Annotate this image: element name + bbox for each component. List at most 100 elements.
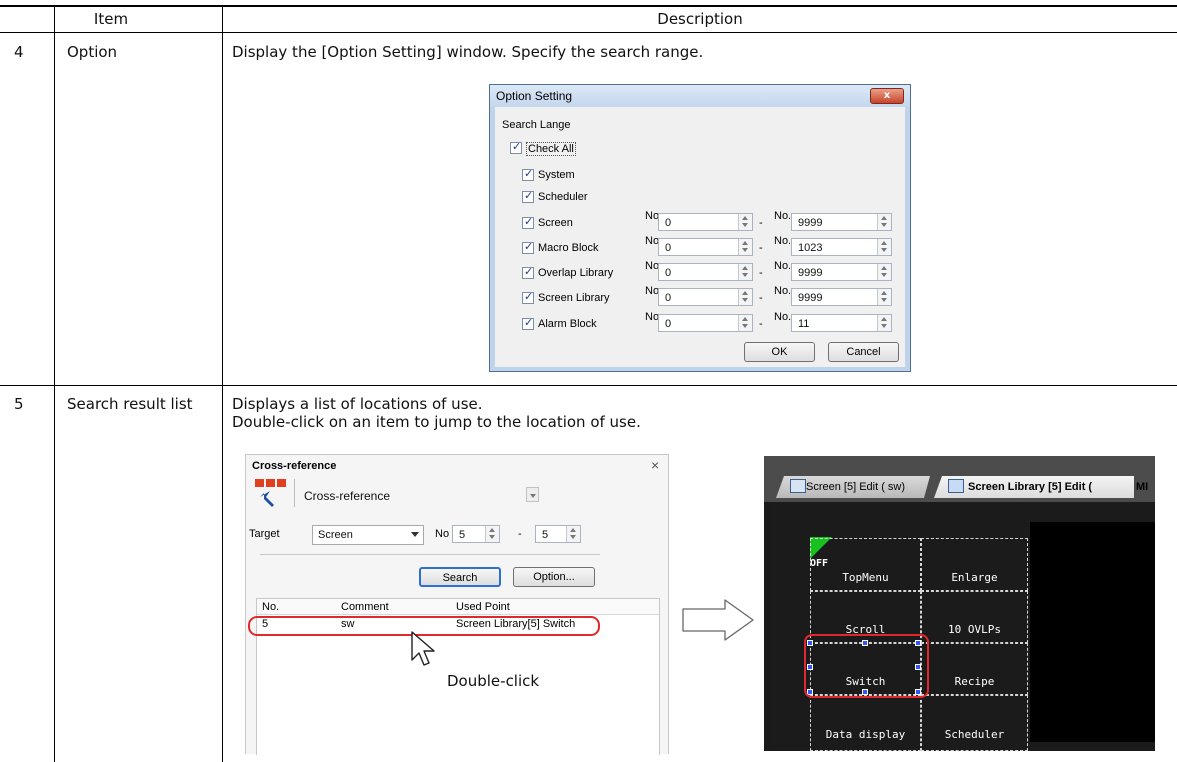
separator-rule: [260, 554, 600, 555]
screen-to-stepper[interactable]: 9999: [791, 213, 892, 231]
macro-block-to-stepper[interactable]: 1023: [791, 238, 892, 256]
panel-title: Cross-reference: [252, 460, 337, 472]
no-label: No: [435, 528, 450, 540]
check-all-checkbox[interactable]: [510, 140, 522, 154]
cross-reference-panel: Cross-reference × Cross-reference Target…: [245, 454, 669, 755]
screen-library-checkbox[interactable]: [522, 290, 534, 304]
macro-block-label: Macro Block: [538, 242, 599, 254]
column-rule-1: [54, 7, 55, 762]
list-header: No. Comment Used Point: [257, 599, 659, 615]
tab-label: Screen Library [5] Edit (: [968, 481, 1093, 493]
stepper-value: 9999: [798, 217, 823, 229]
screen-library-to-stepper[interactable]: 9999: [791, 288, 892, 306]
cell-label: Scheduler: [944, 728, 1005, 741]
close-button[interactable]: x: [870, 88, 904, 104]
switch-cell[interactable]: Scheduler: [921, 695, 1028, 751]
stepper-arrows[interactable]: [877, 315, 891, 331]
stepper-arrows[interactable]: [877, 214, 891, 230]
alarm-block-to-stepper[interactable]: 11: [791, 314, 892, 332]
stepper-arrows[interactable]: [738, 214, 752, 230]
from-stepper[interactable]: 5: [452, 525, 500, 543]
switch-cell[interactable]: Data display: [810, 695, 921, 751]
target-dropdown[interactable]: Screen: [312, 525, 424, 545]
to-stepper[interactable]: 5: [535, 525, 581, 543]
switch-cell[interactable]: Enlarge: [921, 538, 1028, 591]
stepper-value: 1023: [798, 242, 823, 254]
stepper-arrows[interactable]: [877, 289, 891, 305]
overlap-library-from-stepper[interactable]: 0: [658, 263, 753, 281]
range-dash: -: [759, 292, 763, 304]
column-rule-2: [222, 7, 223, 762]
row-separator: [0, 385, 1177, 386]
screen-from-stepper[interactable]: 0: [658, 213, 753, 231]
to-no-label: No.: [774, 285, 792, 297]
switch-cell[interactable]: Recipe: [921, 643, 1028, 695]
ok-button[interactable]: OK: [744, 342, 815, 362]
row-number: 5: [14, 395, 24, 413]
search-button[interactable]: Search: [419, 567, 501, 587]
stepper-arrows[interactable]: [738, 239, 752, 255]
stepper-value: 5: [459, 529, 466, 541]
to-no-label: No.: [774, 210, 792, 222]
tab-screen-edit[interactable]: Screen [5] Edit ( sw): [776, 476, 930, 498]
target-value: Screen: [318, 529, 353, 541]
range-dash: -: [759, 267, 763, 279]
check-all-label: Check All: [526, 142, 576, 156]
stepper-value: 0: [665, 242, 672, 254]
stepper-arrows[interactable]: [877, 239, 891, 255]
stepper-arrows[interactable]: [566, 526, 580, 542]
cancel-button[interactable]: Cancel: [828, 342, 899, 362]
target-label: Target: [249, 528, 280, 540]
screen-checkbox[interactable]: [522, 215, 534, 229]
alarm-block-from-stepper[interactable]: 0: [658, 314, 753, 332]
alarm-block-label: Alarm Block: [538, 318, 597, 330]
stepper-arrows[interactable]: [877, 264, 891, 280]
system-checkbox[interactable]: [522, 167, 534, 181]
switch-cell[interactable]: TopMenu: [810, 538, 921, 591]
editor-tab-bar: Screen [5] Edit ( sw) Screen Library [5]…: [764, 456, 1155, 502]
stepper-arrows[interactable]: [485, 526, 499, 542]
range-dash: -: [759, 217, 763, 229]
stepper-arrows[interactable]: [738, 315, 752, 331]
dialog-body: Search Lange Check All System Scheduler …: [495, 107, 905, 367]
macro-block-from-stepper[interactable]: 0: [658, 238, 753, 256]
header-item: Item: [93, 10, 129, 28]
column-header[interactable]: Comment: [341, 601, 389, 613]
stepper-arrows[interactable]: [738, 289, 752, 305]
tab-screen-library-edit[interactable]: Screen Library [5] Edit (: [934, 476, 1134, 498]
mode-dropdown[interactable]: Cross-reference: [298, 485, 524, 505]
to-no-label: No.: [774, 235, 792, 247]
close-icon[interactable]: ×: [651, 457, 659, 473]
row-item: Search result list: [67, 395, 193, 413]
screen-label: Screen: [538, 217, 573, 229]
alarm-block-checkbox[interactable]: [522, 316, 534, 330]
screen-library-from-stepper[interactable]: 0: [658, 288, 753, 306]
stepper-value: 0: [665, 267, 672, 279]
overlap-library-to-stepper[interactable]: 9999: [791, 263, 892, 281]
system-label: System: [538, 169, 575, 181]
cell-label: Data display: [825, 728, 906, 741]
column-header[interactable]: No.: [262, 601, 279, 613]
overlap-library-checkbox[interactable]: [522, 265, 534, 279]
row-number: 4: [14, 43, 24, 61]
to-no-label: No.: [774, 260, 792, 272]
cross-reference-icon: [255, 479, 286, 507]
column-header[interactable]: Used Point: [456, 601, 510, 613]
scheduler-checkbox[interactable]: [522, 189, 534, 203]
stepper-value: 0: [665, 217, 672, 229]
range-dash: -: [759, 318, 763, 330]
stepper-value: 0: [665, 292, 672, 304]
row-item: Option: [67, 43, 118, 61]
macro-block-checkbox[interactable]: [522, 240, 534, 254]
switch-cell[interactable]: 10 OVLPs: [921, 591, 1028, 643]
mode-dropdown-arrow[interactable]: [526, 487, 539, 502]
mode-value: Cross-reference: [304, 489, 391, 503]
double-click-callout: Double-click: [447, 672, 540, 690]
cell-label: TopMenu: [842, 571, 889, 584]
option-setting-dialog: Option Setting x Search Lange Check All …: [489, 84, 911, 372]
screen-library-label: Screen Library: [538, 292, 610, 304]
canvas-black-region: [1030, 522, 1155, 742]
stepper-arrows[interactable]: [738, 264, 752, 280]
chevron-down-icon: [411, 532, 419, 537]
option-button[interactable]: Option...: [513, 567, 595, 587]
